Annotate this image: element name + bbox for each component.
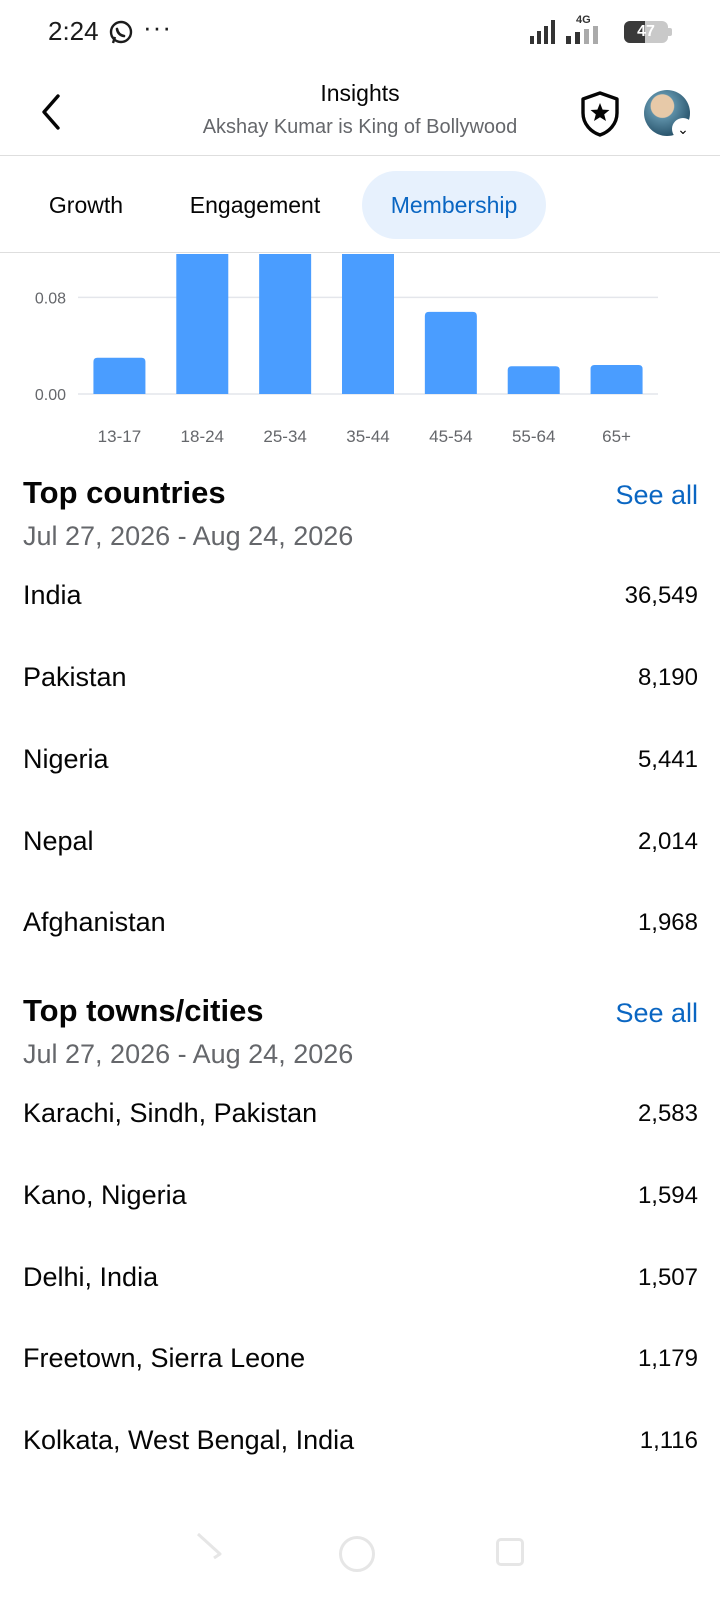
chart-bar	[590, 365, 643, 394]
x-tick-label: 25-34	[263, 427, 306, 446]
date-range: Jul 27, 2026 - Aug 24, 2026	[23, 1039, 354, 1069]
tab-growth[interactable]: Growth	[20, 171, 152, 239]
country-count: 36,549	[624, 582, 698, 609]
battery-icon: 47	[624, 21, 668, 43]
city-name: Delhi, India	[23, 1262, 159, 1292]
list-item: Delhi, India 1,507	[0, 1262, 720, 1314]
header: Insights Akshay Kumar is King of Bollywo…	[0, 64, 720, 156]
list-item: Nepal 2,014	[0, 826, 720, 878]
x-tick-label: 13-17	[98, 427, 141, 446]
chart-bar	[424, 311, 477, 394]
city-count: 1,179	[637, 1345, 698, 1372]
section-title: Top countries	[23, 475, 226, 510]
list-item: Kano, Nigeria 1,594	[0, 1180, 720, 1232]
battery-cap	[668, 28, 672, 36]
list-item: Kolkata, West Bengal, India 1,116	[0, 1425, 720, 1477]
nav-back-icon[interactable]	[194, 1530, 224, 1560]
country-name: Nepal	[23, 826, 94, 856]
tab-bar: Growth Engagement Membership	[0, 157, 720, 253]
city-count: 2,583	[637, 1100, 698, 1127]
country-name: India	[23, 580, 82, 610]
x-tick-label: 18-24	[181, 427, 224, 446]
city-name: Kolkata, West Bengal, India	[23, 1425, 355, 1455]
list-item: India 36,549	[0, 580, 720, 632]
list-item: Pakistan 8,190	[0, 662, 720, 714]
nav-home-icon[interactable]	[339, 1536, 375, 1572]
section-title: Top towns/cities	[23, 993, 264, 1028]
tab-engagement[interactable]: Engagement	[165, 171, 345, 239]
x-tick-label: 65+	[602, 427, 631, 446]
x-tick-label: 35-44	[346, 427, 389, 446]
chart-bar	[507, 366, 560, 394]
see-all-countries-link[interactable]: See all	[615, 480, 698, 511]
nav-recents-icon[interactable]	[496, 1538, 524, 1566]
city-name: Kano, Nigeria	[23, 1180, 187, 1210]
x-tick-label: 55-64	[512, 427, 555, 446]
status-time: 2:24	[48, 16, 99, 46]
battery-level: 47	[637, 23, 655, 40]
country-count: 2,014	[637, 828, 698, 855]
chart-bar	[176, 254, 229, 394]
country-count: 1,968	[637, 909, 698, 936]
list-item: Freetown, Sierra Leone 1,179	[0, 1343, 720, 1395]
list-item: Afghanistan 1,968	[0, 907, 720, 959]
chart-bar	[342, 254, 394, 394]
chevron-down-icon[interactable]: ⌄	[672, 118, 694, 140]
y-tick-label: 0.08	[35, 290, 66, 307]
chart-bar	[259, 254, 312, 394]
shield-star-icon[interactable]	[578, 90, 622, 138]
list-item: Nigeria 5,441	[0, 744, 720, 796]
age-bar-chart: 0.00 0.08 13-17 18-24 25-34 35-44 45-54 55-64 65…	[35, 254, 658, 446]
y-tick-label: 0.00	[35, 387, 66, 404]
tab-membership[interactable]: Membership	[362, 171, 546, 239]
city-count: 1,594	[637, 1182, 698, 1209]
country-count: 5,441	[637, 746, 698, 773]
city-name: Freetown, Sierra Leone	[23, 1343, 306, 1373]
whatsapp-icon	[109, 20, 133, 44]
signal-icon	[530, 20, 555, 44]
city-count: 1,116	[639, 1427, 698, 1454]
see-all-cities-link[interactable]: See all	[615, 998, 698, 1029]
country-count: 8,190	[637, 664, 698, 691]
network-label: 4G	[576, 14, 591, 26]
city-count: 1,507	[637, 1264, 698, 1291]
chart-bar	[93, 357, 146, 394]
country-name: Pakistan	[23, 662, 127, 692]
signal-icon-secondary	[566, 26, 598, 44]
status-bar: 2:24 ··· 4G 47	[0, 0, 720, 64]
city-name: Karachi, Sindh, Pakistan	[23, 1098, 318, 1128]
country-name: Afghanistan	[23, 907, 166, 937]
x-tick-label: 45-54	[429, 427, 472, 446]
date-range: Jul 27, 2026 - Aug 24, 2026	[23, 521, 354, 551]
list-item: Karachi, Sindh, Pakistan 2,583	[0, 1098, 720, 1150]
more-icon: ···	[143, 12, 172, 42]
country-name: Nigeria	[23, 744, 109, 774]
